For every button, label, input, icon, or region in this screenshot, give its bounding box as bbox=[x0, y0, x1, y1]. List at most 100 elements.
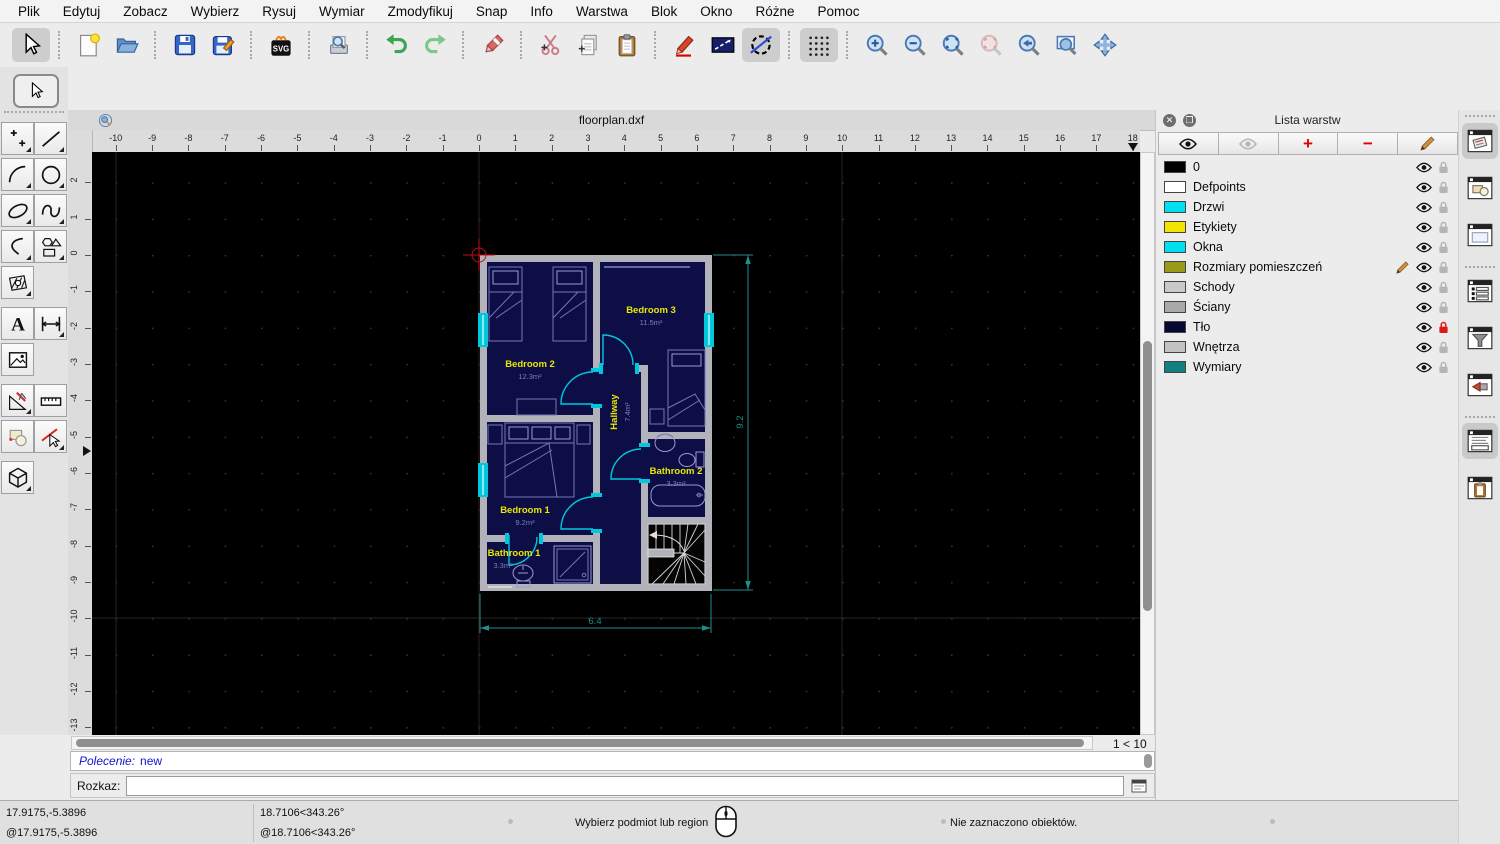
dock-block-list-button[interactable] bbox=[1462, 170, 1498, 206]
zoom-previous-button[interactable] bbox=[1010, 28, 1048, 62]
menu-różne[interactable]: Różne bbox=[756, 4, 795, 19]
dock-layer-list-button[interactable] bbox=[1462, 123, 1498, 159]
remove-layer-button[interactable]: − bbox=[1337, 132, 1399, 155]
dock-messages-button[interactable] bbox=[1462, 367, 1498, 403]
tool-polyline[interactable] bbox=[1, 230, 34, 263]
layer-lock-icon[interactable] bbox=[1438, 181, 1449, 194]
document-titlebar[interactable]: floorplan.dxf bbox=[68, 110, 1155, 131]
dock-handle[interactable] bbox=[1465, 416, 1495, 418]
print-preview-button[interactable] bbox=[320, 28, 358, 62]
pen-tool-button[interactable] bbox=[666, 28, 704, 62]
layer-lock-icon[interactable] bbox=[1438, 361, 1449, 374]
tool-dimension[interactable] bbox=[34, 307, 67, 340]
tool-measure[interactable] bbox=[34, 384, 67, 417]
layer-visible-icon[interactable] bbox=[1416, 182, 1432, 193]
undock-icon[interactable]: ❐ bbox=[1183, 113, 1196, 127]
layer-row[interactable]: Wymiary bbox=[1158, 357, 1457, 377]
menu-edytuj[interactable]: Edytuj bbox=[63, 4, 101, 19]
canvas-horizontal-scrollbar[interactable] bbox=[71, 736, 1093, 750]
show-all-layers-button[interactable] bbox=[1158, 132, 1219, 155]
menu-okno[interactable]: Okno bbox=[700, 4, 732, 19]
layer-lock-icon[interactable] bbox=[1438, 281, 1449, 294]
layer-row[interactable]: 0 bbox=[1158, 157, 1457, 177]
tool-select-entity[interactable] bbox=[34, 420, 67, 453]
zoom-out-button[interactable] bbox=[896, 28, 934, 62]
close-icon[interactable]: ✕ bbox=[1163, 113, 1176, 127]
tool-point[interactable] bbox=[1, 122, 34, 155]
dock-command-line-button[interactable] bbox=[1462, 423, 1498, 459]
redo-button[interactable] bbox=[416, 28, 454, 62]
layer-visible-icon[interactable] bbox=[1416, 242, 1432, 253]
tool-shapes[interactable] bbox=[34, 230, 67, 263]
dock-filter-button[interactable] bbox=[1462, 320, 1498, 356]
dock-handle[interactable] bbox=[1465, 266, 1495, 268]
save-as-button[interactable] bbox=[204, 28, 242, 62]
canvas-vertical-scrollbar[interactable] bbox=[1140, 152, 1155, 735]
tool-circle[interactable] bbox=[34, 158, 67, 191]
line-attributes-button[interactable] bbox=[704, 28, 742, 62]
command-history-scrollbar[interactable] bbox=[1144, 754, 1152, 768]
select-tool-button[interactable] bbox=[12, 28, 50, 62]
tool-order[interactable] bbox=[1, 420, 34, 453]
menu-snap[interactable]: Snap bbox=[476, 4, 508, 19]
layer-lock-icon[interactable] bbox=[1438, 301, 1449, 314]
zoom-auto-button[interactable] bbox=[934, 28, 972, 62]
layer-row[interactable]: Rozmiary pomieszczeń bbox=[1158, 257, 1457, 277]
tool-hatch[interactable] bbox=[1, 266, 34, 299]
layer-row[interactable]: Defpoints bbox=[1158, 177, 1457, 197]
tool-image[interactable] bbox=[1, 343, 34, 376]
dock-clipboard-button[interactable] bbox=[1462, 470, 1498, 506]
add-layer-button[interactable]: + bbox=[1277, 132, 1339, 155]
layer-row[interactable]: Tło bbox=[1158, 317, 1457, 337]
tool-spline[interactable] bbox=[34, 194, 67, 227]
tool-modify[interactable] bbox=[1, 384, 34, 417]
dock-library-browser-button[interactable] bbox=[1462, 217, 1498, 253]
command-options-button[interactable] bbox=[1130, 778, 1148, 794]
layer-row[interactable]: Schody bbox=[1158, 277, 1457, 297]
dock-handle[interactable] bbox=[1465, 115, 1495, 117]
v-scroll-thumb[interactable] bbox=[1143, 341, 1152, 611]
menu-info[interactable]: Info bbox=[530, 4, 553, 19]
layer-visible-icon[interactable] bbox=[1416, 262, 1432, 273]
menu-rysuj[interactable]: Rysuj bbox=[262, 4, 296, 19]
construction-mode-button[interactable] bbox=[742, 28, 780, 62]
layer-visible-icon[interactable] bbox=[1416, 162, 1432, 173]
menu-wybierz[interactable]: Wybierz bbox=[191, 4, 240, 19]
layer-row[interactable]: Wnętrza bbox=[1158, 337, 1457, 357]
layer-lock-icon[interactable] bbox=[1438, 161, 1449, 174]
zoom-selected-button[interactable] bbox=[972, 28, 1010, 62]
zoom-pan-button[interactable] bbox=[1086, 28, 1124, 62]
menu-zmodyfikuj[interactable]: Zmodyfikuj bbox=[388, 4, 453, 19]
save-button[interactable] bbox=[166, 28, 204, 62]
paste-button[interactable] bbox=[608, 28, 646, 62]
layer-visible-icon[interactable] bbox=[1416, 302, 1432, 313]
layer-row[interactable]: Ściany bbox=[1158, 297, 1457, 317]
menu-plik[interactable]: Plik bbox=[18, 4, 40, 19]
layer-row[interactable]: Drzwi bbox=[1158, 197, 1457, 217]
layer-lock-icon[interactable] bbox=[1438, 261, 1449, 274]
menu-pomoc[interactable]: Pomoc bbox=[818, 4, 860, 19]
tool-text[interactable]: A bbox=[1, 307, 34, 340]
drawing-canvas[interactable]: 6.4 9.2 Bedroom 2 12.3m² Bedroom 3 11.5m… bbox=[92, 152, 1140, 735]
new-drawing-button[interactable] bbox=[70, 28, 108, 62]
layer-row[interactable]: Okna bbox=[1158, 237, 1457, 257]
menu-zobacz[interactable]: Zobacz bbox=[123, 4, 167, 19]
edit-layer-button[interactable] bbox=[1397, 132, 1458, 155]
layer-visible-icon[interactable] bbox=[1416, 222, 1432, 233]
layer-visible-icon[interactable] bbox=[1416, 342, 1432, 353]
layer-lock-icon[interactable] bbox=[1438, 341, 1449, 354]
export-svg-button[interactable]: SVG bbox=[262, 28, 300, 62]
command-input[interactable] bbox=[126, 775, 1124, 796]
menu-blok[interactable]: Blok bbox=[651, 4, 677, 19]
h-scroll-thumb[interactable] bbox=[76, 739, 1084, 747]
undo-button[interactable] bbox=[378, 28, 416, 62]
palette-handle[interactable] bbox=[4, 111, 64, 119]
layer-lock-icon[interactable] bbox=[1438, 241, 1449, 254]
layer-lock-icon[interactable] bbox=[1438, 201, 1449, 214]
layer-visible-icon[interactable] bbox=[1416, 322, 1432, 333]
layer-lock-icon[interactable] bbox=[1438, 321, 1449, 334]
hide-all-layers-button[interactable] bbox=[1217, 132, 1279, 155]
tool-ellipse[interactable] bbox=[1, 194, 34, 227]
layer-visible-icon[interactable] bbox=[1416, 362, 1432, 373]
delete-button[interactable] bbox=[474, 28, 512, 62]
